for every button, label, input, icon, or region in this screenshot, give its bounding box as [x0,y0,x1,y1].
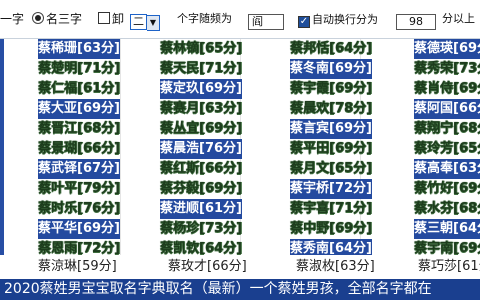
name-entry[interactable]: 蔡中野[69分] [290,219,372,239]
name-entry[interactable]: 蔡叶平[79分] [38,179,120,199]
radio-one-char[interactable]: 一字 [0,10,24,28]
name-entry[interactable]: 蔡宇喜[71分] [290,199,372,219]
options-toolbar: 一字 名三字 卸 二 ▼ 个字随频为 阎 ✓ 自动换行分为 98 分以上 [0,0,480,39]
radio-three-char[interactable]: 名三字 [32,10,82,28]
name-entry[interactable]: 蔡仁福[61分] [38,79,120,99]
score-field-wrap[interactable]: 98 [396,10,436,30]
name-entry[interactable]: 蔡涼琳[59分] [38,257,117,277]
name-entry[interactable]: 蔡竹好[69分] [414,179,480,199]
row-marker [0,219,4,239]
name-entry[interactable]: 蔡平田[69分] [290,139,372,159]
name-entry[interactable]: 蔡三朝[64分] [414,219,480,239]
row-marker [0,159,4,179]
name-entry[interactable]: 蔡淑枚[63分] [296,257,375,277]
status-bar: 2020蔡姓男宝宝取名字典取名（最新）一个蔡姓男孩，全部名字都在 [0,279,480,300]
radio-button-icon[interactable] [32,12,44,24]
checkbox-option-label: 卸 [112,12,125,26]
font-size-field-wrap[interactable]: 阎 [248,10,284,30]
name-entry[interactable]: 蔡丛宜[69分] [160,119,242,139]
name-entry[interactable]: 蔡晨浩[76分] [160,139,242,159]
row-marker [0,119,4,139]
status-text: 2020蔡姓男宝宝取名字典取名（最新）一个蔡姓男孩，全部名字都在 [4,281,432,297]
name-entry[interactable]: 蔡月文[65分] [290,159,372,179]
radio-three-label: 名三字 [46,12,83,26]
partial-name-row: 蔡涼琳[59分] 蔡玫才[66分] 蔡淑枚[63分] 蔡巧莎[61分] [0,255,480,279]
name-entry[interactable]: 蔡宇霞[69分] [290,79,372,99]
font-size-label: 个字随频为 [177,12,232,25]
row-marker [0,99,4,119]
char-select-value[interactable]: 二 [130,14,147,30]
name-entry[interactable]: 蔡阿国[66分] [414,99,480,119]
score-suffix: 分以上 [442,12,475,25]
name-entry[interactable]: 蔡言宾[69分] [290,119,372,139]
name-entry[interactable]: 蔡秀荣[73分] [414,59,480,79]
auto-wrap-checkbox[interactable]: ✓ 自动换行分为 [298,10,378,28]
checkbox-icon[interactable] [98,12,110,24]
name-entry[interactable]: 蔡水芬[68分] [414,199,480,219]
checkbox-option[interactable]: 卸 [98,10,124,28]
name-entry[interactable]: 蔡巧莎[61分] [418,257,480,277]
chevron-down-icon[interactable]: ▼ [147,15,160,31]
name-entry[interactable]: 蔡时乐[76分] [38,199,120,219]
name-grid: 蔡稀珊[63分] 蔡楚明[71分] 蔡仁福[61分] 蔡大亚[69分] 蔡晋江[68分]… [0,39,480,279]
name-entry[interactable]: 蔡平华[69分] [38,219,120,239]
char-select[interactable]: 二 ▼ [130,10,160,31]
name-entry[interactable]: 蔡楚明[71分] [38,59,120,79]
font-size-field[interactable]: 阎 [248,14,284,30]
name-entry[interactable]: 蔡赛月[63分] [160,99,242,119]
name-entry[interactable]: 蔡高奉[63分] [414,159,480,179]
name-entry[interactable]: 蔡邦恬[64分] [290,39,372,59]
column-divider [120,39,121,279]
row-marker [0,79,4,99]
checkbox-checked-icon[interactable]: ✓ [298,16,310,28]
name-entry[interactable]: 蔡稀珊[63分] [38,39,120,59]
row-marker [0,179,4,199]
name-entry[interactable]: 蔡玫才[66分] [168,257,247,277]
name-entry[interactable]: 蔡杨珍[73分] [160,219,242,239]
name-entry[interactable]: 蔡定玖[69分] [160,79,242,99]
name-entry[interactable]: 蔡玲芳[65分] [414,139,480,159]
row-marker [0,139,4,159]
row-marker [0,59,4,79]
name-entry[interactable]: 蔡武铎[67分] [38,159,120,179]
name-entry[interactable]: 蔡宇桥[72分] [290,179,372,199]
name-entry[interactable]: 蔡晨欢[78分] [290,99,372,119]
name-entry[interactable]: 蔡进顺[61分] [160,199,242,219]
name-entry[interactable]: 蔡冬南[69分] [290,59,372,79]
name-entry[interactable]: 蔡大亚[69分] [38,99,120,119]
row-marker [0,39,4,59]
name-entry[interactable]: 蔡天民[71分] [160,59,242,79]
radio-one-label: 一字 [0,12,25,26]
row-marker [0,199,4,219]
name-entry[interactable]: 蔡肖侍[69分] [414,79,480,99]
name-entry[interactable]: 蔡景瑚[66分] [38,139,120,159]
auto-wrap-label: 自动换行分为 [312,13,378,26]
score-field[interactable]: 98 [396,14,436,30]
name-entry[interactable]: 蔡翔宁[68分] [414,119,480,139]
name-entry[interactable]: 蔡芬毅[69分] [160,179,242,199]
name-entry[interactable]: 蔡林镝[65分] [160,39,242,59]
name-entry[interactable]: 蔡晋江[68分] [38,119,120,139]
name-entry[interactable]: 蔡红斯[66分] [160,159,242,179]
name-entry[interactable]: 蔡德瑛[69分] [414,39,480,59]
